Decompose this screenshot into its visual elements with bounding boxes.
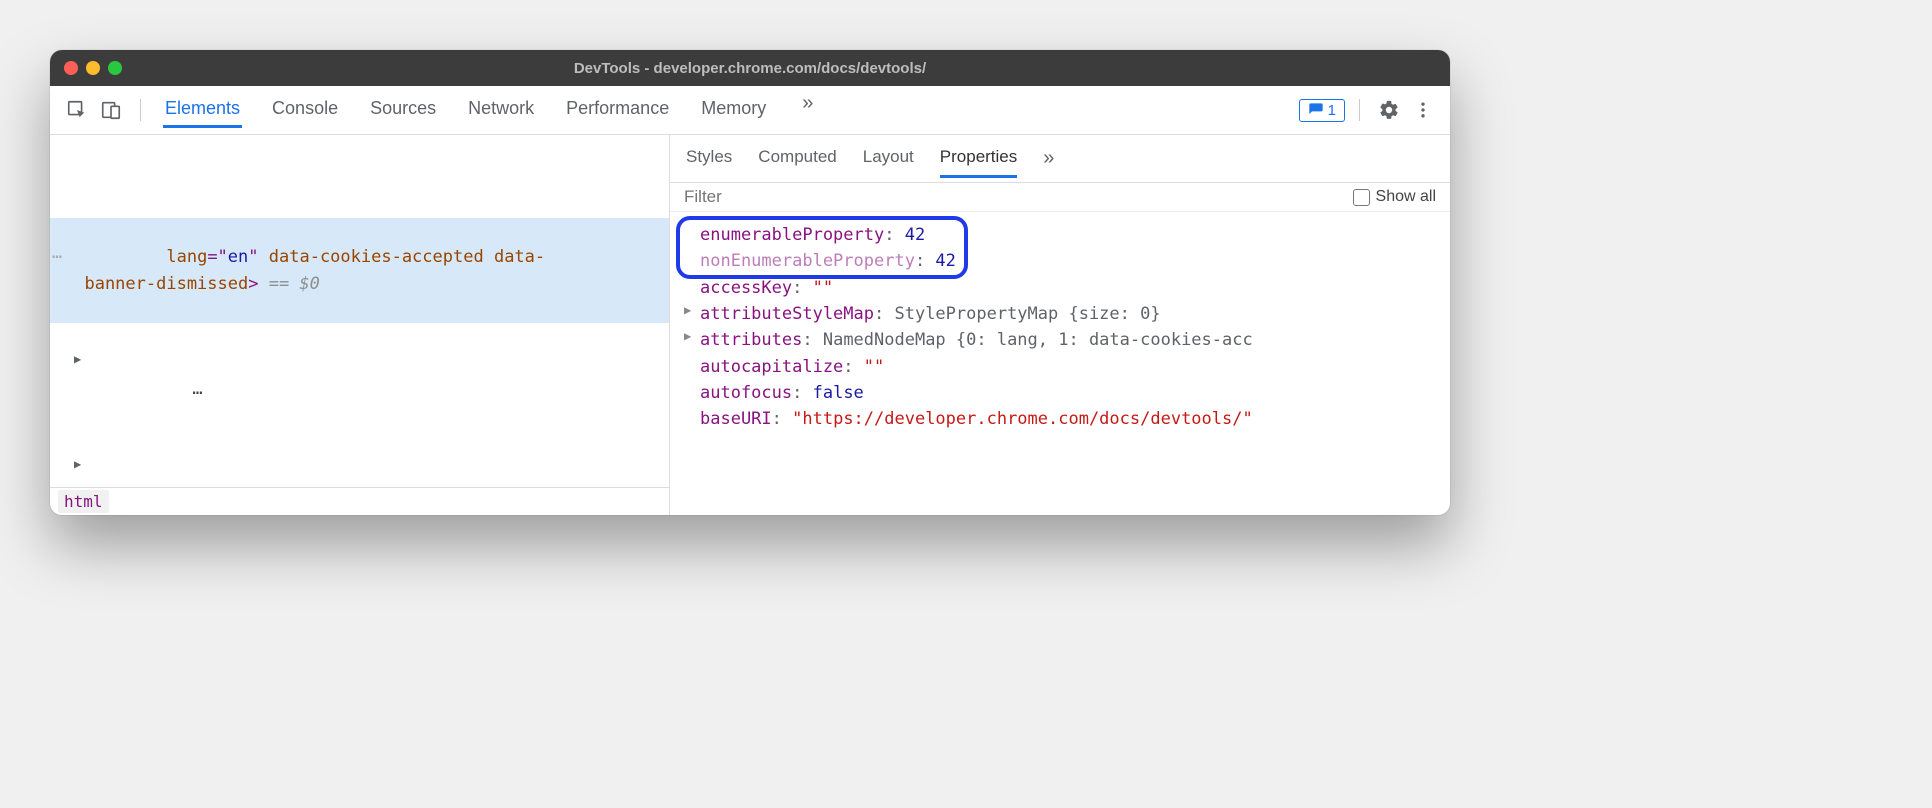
inspect-element-icon[interactable] [62, 95, 92, 125]
properties-list[interactable]: enumerableProperty: 42nonEnumerablePrope… [670, 212, 1450, 515]
content-area: ⋯lang="en" data-cookies-accepted data- b… [50, 135, 1450, 515]
property-value: StylePropertyMap {size: 0} [894, 304, 1160, 324]
window-title: DevTools - developer.chrome.com/docs/dev… [50, 60, 1450, 77]
expand-triangle-icon[interactable]: ▶ [74, 350, 81, 369]
traffic-lights [64, 61, 122, 75]
breadcrumb-html[interactable]: html [58, 490, 109, 513]
property-key: nonEnumerableProperty [700, 251, 915, 271]
property-key: autofocus [700, 383, 792, 403]
dom-body-element[interactable]: ▶ … [50, 429, 669, 487]
property-value: "https://developer.chrome.com/docs/devto… [792, 409, 1253, 429]
dom-doctype[interactable] [50, 139, 669, 218]
more-tabs-icon[interactable]: » [796, 92, 819, 128]
sidebar-tabs: Styles Computed Layout Properties » [670, 135, 1450, 183]
sidebar-panel: Styles Computed Layout Properties » Show… [670, 135, 1450, 515]
devtools-window: DevTools - developer.chrome.com/docs/dev… [50, 50, 1450, 515]
expand-triangle-icon[interactable]: ▶ [684, 301, 691, 320]
property-row[interactable]: accessKey: "" [682, 275, 1446, 301]
tab-memory[interactable]: Memory [699, 92, 768, 128]
device-toolbar-icon[interactable] [96, 95, 126, 125]
property-key: attributes [700, 330, 802, 350]
property-row[interactable]: autofocus: false [682, 380, 1446, 406]
subtab-properties[interactable]: Properties [940, 139, 1017, 178]
toolbar-divider-2 [1359, 99, 1360, 121]
show-all-toggle[interactable]: Show all [1353, 188, 1436, 206]
toolbar-divider [140, 99, 141, 121]
close-window-button[interactable] [64, 61, 78, 75]
tab-console[interactable]: Console [270, 92, 340, 128]
property-value: false [813, 383, 864, 403]
issues-icon [1308, 102, 1324, 118]
property-row[interactable]: ▶attributeStyleMap: StylePropertyMap {si… [682, 301, 1446, 327]
main-toolbar: Elements Console Sources Network Perform… [50, 86, 1450, 135]
property-value: 42 [905, 225, 925, 245]
kebab-menu-icon[interactable] [1408, 95, 1438, 125]
property-value: "" [813, 278, 833, 298]
property-row[interactable]: ▶attributes: NamedNodeMap {0: lang, 1: d… [682, 327, 1446, 353]
property-key: autocapitalize [700, 357, 843, 377]
tab-sources[interactable]: Sources [368, 92, 438, 128]
property-value: "" [864, 357, 884, 377]
minimize-window-button[interactable] [86, 61, 100, 75]
main-tabs: Elements Console Sources Network Perform… [163, 92, 819, 128]
subtab-layout[interactable]: Layout [863, 139, 914, 178]
tab-performance[interactable]: Performance [564, 92, 671, 128]
property-row[interactable]: nonEnumerableProperty: 42 [682, 248, 1446, 274]
more-subtabs-icon[interactable]: » [1043, 147, 1054, 170]
subtab-computed[interactable]: Computed [758, 139, 836, 178]
issues-count: 1 [1328, 102, 1336, 119]
property-key: enumerableProperty [700, 225, 884, 245]
dom-head-element[interactable]: ▶ … [50, 323, 669, 428]
property-row[interactable]: autocapitalize: "" [682, 354, 1446, 380]
titlebar: DevTools - developer.chrome.com/docs/dev… [50, 50, 1450, 86]
tab-network[interactable]: Network [466, 92, 536, 128]
filter-row: Show all [670, 183, 1450, 212]
elements-panel: ⋯lang="en" data-cookies-accepted data- b… [50, 135, 670, 515]
tab-elements[interactable]: Elements [163, 92, 242, 128]
property-key: accessKey [700, 278, 792, 298]
property-value: 42 [935, 251, 955, 271]
property-row[interactable]: enumerableProperty: 42 [682, 222, 1446, 248]
property-value: NamedNodeMap {0: lang, 1: data-cookies-a… [823, 330, 1253, 350]
expand-triangle-icon[interactable]: ▶ [684, 327, 691, 346]
zoom-window-button[interactable] [108, 61, 122, 75]
dom-html-element[interactable]: ⋯lang="en" data-cookies-accepted data- b… [50, 218, 669, 323]
expand-triangle-icon[interactable]: ▶ [74, 455, 81, 474]
filter-input[interactable] [684, 187, 1353, 207]
show-all-checkbox[interactable] [1353, 189, 1370, 206]
settings-icon[interactable] [1374, 95, 1404, 125]
dom-tree[interactable]: ⋯lang="en" data-cookies-accepted data- b… [50, 135, 669, 487]
issues-button[interactable]: 1 [1299, 99, 1345, 122]
property-row[interactable]: baseURI: "https://developer.chrome.com/d… [682, 406, 1446, 432]
property-key: attributeStyleMap [700, 304, 874, 324]
breadcrumb-bar: html [50, 487, 669, 515]
show-all-label: Show all [1376, 188, 1436, 206]
property-key: baseURI [700, 409, 772, 429]
subtab-styles[interactable]: Styles [686, 139, 732, 178]
overflow-dots-icon: ⋯ [52, 244, 62, 270]
